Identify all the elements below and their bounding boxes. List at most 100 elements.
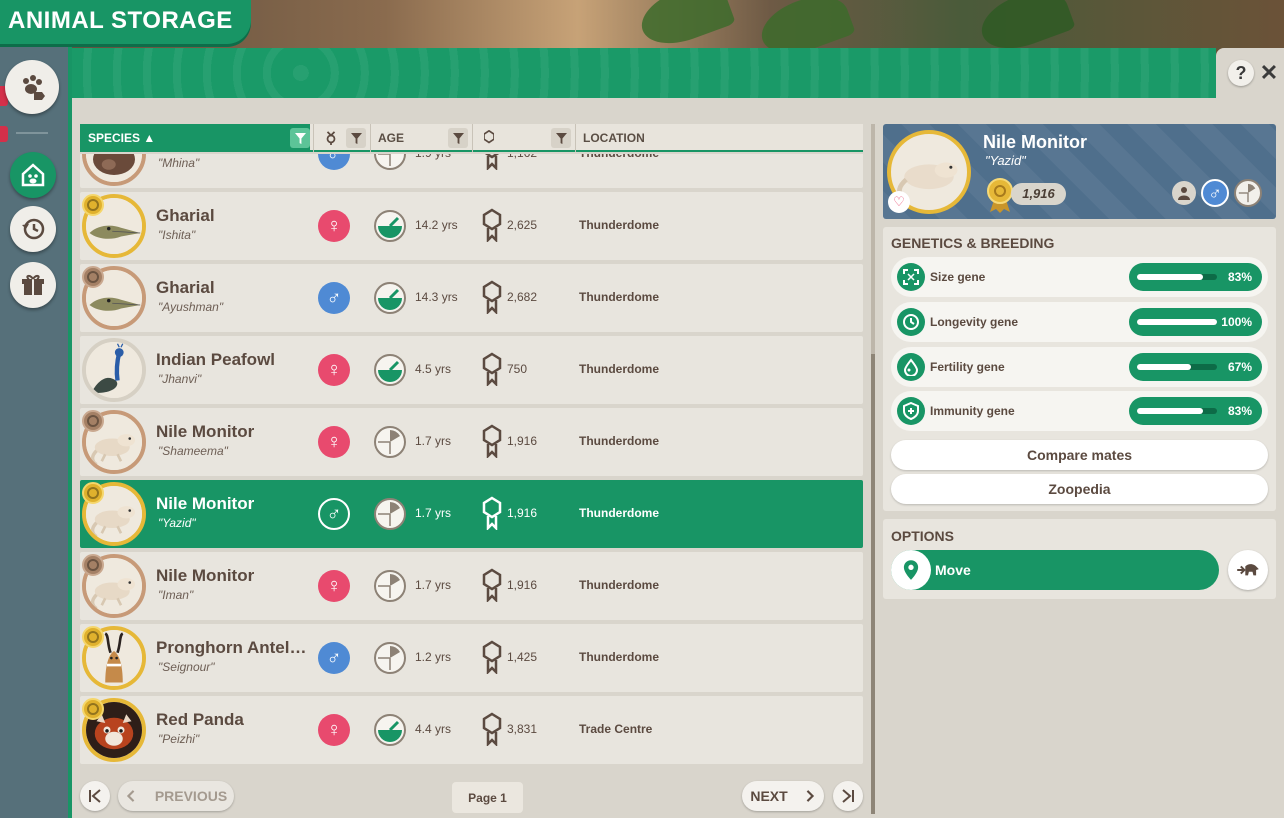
move-button[interactable]: Move [891, 550, 1219, 590]
animal-location: Trade Centre [579, 722, 653, 736]
reputation-icon [482, 280, 502, 316]
sex-filter-button[interactable] [346, 128, 366, 148]
animal-age: 4.4 yrs [415, 722, 452, 736]
female-icon: ♀ [318, 210, 350, 242]
previous-label: PREVIOUS [154, 788, 228, 804]
animal-row[interactable]: Pronghorn Antelope "Seignour" ♂ 1.2 yrs 1,42… [80, 624, 863, 692]
animal-nickname: "Jhanvi" [158, 372, 202, 386]
expand-icon [897, 263, 925, 291]
reputation-icon [482, 568, 502, 604]
animal-row[interactable]: Nile Monitor "Iman" ♀ 1.7 yrs 1,916 Thunderdo… [80, 552, 863, 620]
animal-row[interactable]: Nile Monitor "Shameema" ♀ 1.7 yrs 1,916 Thund… [80, 408, 863, 476]
gold-medal-icon [82, 194, 104, 216]
gene-row-fertility[interactable]: Fertility gene 67% [891, 347, 1268, 387]
age-filter-button[interactable] [448, 128, 468, 148]
animal-nickname: "Ayushman" [158, 300, 224, 314]
shield-plus-icon [897, 397, 925, 425]
rail-divider [16, 132, 48, 134]
gene-percent: 67% [1227, 360, 1252, 374]
animal-nickname: "Ishita" [158, 228, 196, 242]
first-page-button[interactable] [80, 781, 110, 811]
genetics-heading: GENETICS & BREEDING [891, 235, 1055, 251]
animal-portrait[interactable] [82, 338, 146, 402]
gene-row-immunity[interactable]: Immunity gene 83% [891, 391, 1268, 431]
reputation-icon [482, 640, 502, 676]
animal-age: 1.9 yrs [415, 154, 451, 160]
female-icon: ♀ [318, 570, 350, 602]
animal-nickname: "Mhina" [158, 156, 200, 170]
scrollbar-thumb[interactable] [871, 354, 875, 814]
male-icon: ♂ [318, 498, 350, 530]
animal-reputation: 2,682 [507, 290, 538, 304]
favorite-heart-icon[interactable]: ♡ [888, 191, 910, 213]
species-sort-header[interactable]: SPECIES ▲ [80, 124, 310, 152]
animal-reputation: 1,916 [507, 578, 538, 592]
sort-asc-icon: ▲ [143, 131, 156, 145]
gold-medal-icon [82, 482, 104, 504]
gene-row-longevity[interactable]: Longevity gene 100% [891, 302, 1268, 342]
female-icon: ♀ [318, 714, 350, 746]
detail-nickname: "Yazid" [985, 153, 1026, 168]
reputation-icon [482, 712, 502, 748]
options-heading: OPTIONS [891, 528, 955, 544]
animal-species-name: Gharial [156, 278, 215, 297]
gene-percent: 83% [1227, 270, 1252, 284]
animal-storage-button[interactable] [10, 152, 56, 198]
gene-meter: 67% [1129, 353, 1262, 381]
animal-list: "Mhina" ♂ 1.9 yrs 1,162 Thunderdome Gharial "I… [80, 154, 863, 766]
reputation-column-header[interactable] [476, 124, 506, 152]
animals-tag-button[interactable] [5, 60, 59, 114]
animal-portrait[interactable] [82, 154, 146, 186]
age-column-header[interactable]: AGE [370, 124, 450, 152]
clock-icon [897, 308, 925, 336]
animal-species-name: Indian Peafowl [156, 350, 276, 369]
last-page-button[interactable] [833, 781, 863, 811]
release-animal-icon [1237, 564, 1259, 576]
close-button[interactable]: ✕ [1256, 60, 1282, 86]
male-icon: ♂ [318, 154, 350, 170]
reputation-icon [482, 352, 502, 388]
help-button[interactable]: ? [1228, 60, 1254, 86]
animal-row[interactable]: Nile Monitor "Yazid" ♂ 1.7 yrs 1,916 Thunderd… [80, 480, 863, 548]
filter-icon [350, 132, 362, 144]
gene-label: Immunity gene [930, 404, 1015, 418]
chevron-right-icon [806, 790, 814, 802]
gene-row-size[interactable]: Size gene 83% [891, 257, 1268, 297]
female-icon: ♀ [318, 426, 350, 458]
move-label: Move [935, 562, 971, 578]
animal-location: Thunderdome [579, 650, 659, 664]
animal-nickname: "Peizhi" [158, 732, 200, 746]
compare-mates-button[interactable]: Compare mates [891, 440, 1268, 470]
reputation-filter-button[interactable] [551, 128, 571, 148]
sex-column-header[interactable] [316, 124, 346, 152]
first-page-icon [89, 789, 101, 803]
age-clock-icon [374, 210, 406, 242]
filter-icon [555, 132, 567, 144]
animal-location: Thunderdome [579, 506, 659, 520]
list-scrollbar[interactable] [871, 124, 875, 814]
next-button[interactable]: NEXT [742, 781, 824, 811]
history-button[interactable] [10, 206, 56, 252]
animal-row[interactable]: Gharial "Ayushman" ♂ 14.3 yrs 2,682 Thunderdo… [80, 264, 863, 332]
animal-row[interactable]: Indian Peafowl "Jhanvi" ♀ 4.5 yrs 750 Thunder… [80, 336, 863, 404]
age-clock-icon [374, 642, 406, 674]
last-page-icon [842, 789, 854, 803]
animal-species-name: Red Panda [156, 710, 244, 729]
release-animal-button[interactable] [1228, 550, 1268, 590]
gold-medal-icon [987, 178, 1013, 213]
animal-row[interactable]: Red Panda "Peizhi" ♀ 4.4 yrs 3,831 Trade Cent… [80, 696, 863, 764]
species-filter-button[interactable] [290, 128, 310, 148]
animal-row[interactable]: "Mhina" ♂ 1.9 yrs 1,162 Thunderdome [80, 154, 863, 188]
gift-button[interactable] [10, 262, 56, 308]
keeper-icon[interactable] [1172, 181, 1196, 205]
animal-reputation: 1,916 [507, 506, 538, 520]
previous-button[interactable]: PREVIOUS [118, 781, 234, 811]
location-column-header[interactable]: LOCATION [575, 124, 695, 152]
gold-medal-icon [82, 698, 104, 720]
bronze-medal-icon [82, 410, 104, 432]
animal-species-name: Nile Monitor [156, 422, 255, 441]
house-paw-icon [21, 163, 45, 187]
gene-meter-fill [1137, 319, 1217, 325]
zoopedia-button[interactable]: Zoopedia [891, 474, 1268, 504]
animal-row[interactable]: Gharial "Ishita" ♀ 14.2 yrs 2,625 Thunderdome [80, 192, 863, 260]
